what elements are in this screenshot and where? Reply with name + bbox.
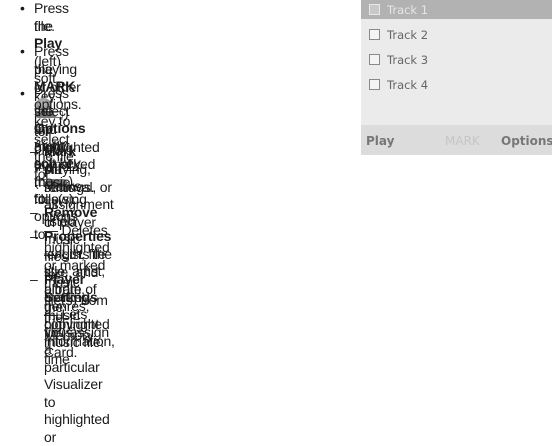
checkbox[interactable]: [369, 54, 380, 65]
mark-softkey[interactable]: MARK: [445, 134, 480, 148]
play-softkey[interactable]: Play: [366, 134, 394, 148]
phone-screen-illustration: Track 1 Track 2 Track 3 Track 4 Play MAR…: [361, 0, 552, 155]
option-mark-all-cont-2: settings.: [44, 179, 95, 195]
checkbox[interactable]: [369, 79, 380, 90]
track-list-item[interactable]: Track 3: [361, 50, 552, 69]
option-player-settings-cont: marked music file(s).: [44, 289, 90, 340]
track-list-item[interactable]: Track 2: [361, 25, 552, 44]
options-softkey[interactable]: Options: [501, 134, 552, 148]
track-list-item[interactable]: Track 4: [361, 75, 552, 94]
softkey-bar: Play MARK Options: [361, 125, 552, 155]
bullet-play-cont: file.: [34, 18, 55, 34]
checkbox[interactable]: [369, 4, 380, 15]
checkbox[interactable]: [369, 29, 380, 40]
track-list-item[interactable]: Track 1: [361, 0, 552, 19]
